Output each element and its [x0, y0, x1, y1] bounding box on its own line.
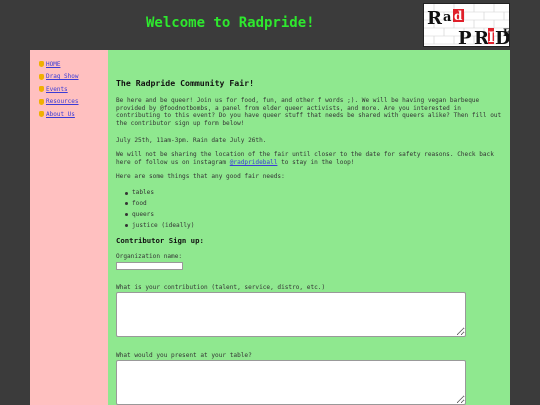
needs-intro: Here are some things that any good fair … [116, 173, 285, 181]
header: Welcome to Radpride! R a d P R I D E [0, 0, 540, 50]
sidebar-item-drag-show[interactable]: Drag Show [39, 71, 108, 84]
svg-text:d: d [454, 9, 463, 23]
intro-paragraph: Be here and be queer! Join us for food, … [116, 97, 502, 127]
list-item: justice (ideally) [125, 220, 502, 231]
location-paragraph: We will not be sharing the location of t… [116, 151, 502, 166]
svg-text:a: a [443, 10, 452, 25]
main-content: The Radpride Community Fair! Be here and… [108, 50, 510, 405]
date-line: July 25th, 11am-3pm. Rain date July 26th… [116, 137, 267, 145]
nav-link-events[interactable]: Events [46, 86, 68, 93]
location-text-post: to stay in the loop! [277, 158, 355, 166]
list-item: queers [125, 209, 502, 220]
nav-link-drag-show[interactable]: Drag Show [46, 73, 79, 80]
bullet-icon [39, 111, 44, 118]
org-name-input[interactable] [116, 261, 183, 270]
present-label: What would you present at your table? [116, 352, 252, 360]
page-title: The Radpride Community Fair! [116, 78, 255, 88]
list-item: tables [125, 188, 502, 199]
svg-text:R: R [427, 8, 443, 29]
form-heading: Contributor Sign up: [116, 235, 204, 245]
org-name-label: Organization name: [116, 253, 183, 261]
nav-link-home[interactable]: HOME [46, 61, 60, 68]
sidebar-item-home[interactable]: HOME [39, 58, 108, 71]
nav-link-about-us[interactable]: About Us [46, 111, 75, 118]
bullet-icon [39, 73, 44, 80]
bullet-icon [39, 61, 44, 68]
sidebar-item-about-us[interactable]: About Us [39, 108, 108, 121]
svg-text:I: I [488, 30, 495, 46]
contribution-textarea[interactable] [116, 292, 466, 338]
list-item: food [125, 198, 502, 209]
bullet-icon [39, 86, 44, 93]
sidebar-item-resources[interactable]: Resources [39, 96, 108, 109]
needs-list: tables food queers justice (ideally) [125, 188, 502, 231]
svg-text:E: E [503, 28, 510, 39]
contribution-label: What is your contribution (talent, servi… [116, 283, 326, 291]
bullet-icon [39, 98, 44, 105]
svg-text:P: P [458, 28, 472, 47]
radpride-logo[interactable]: R a d P R I D E [423, 3, 510, 47]
site-title: Welcome to Radpride! [146, 15, 315, 31]
sidebar: HOME Drag Show Events Resources About Us [30, 50, 108, 405]
instagram-link[interactable]: @radprideball [230, 159, 278, 166]
present-textarea[interactable] [116, 360, 466, 405]
nav-link-resources[interactable]: Resources [46, 98, 79, 105]
sidebar-item-events[interactable]: Events [39, 83, 108, 96]
